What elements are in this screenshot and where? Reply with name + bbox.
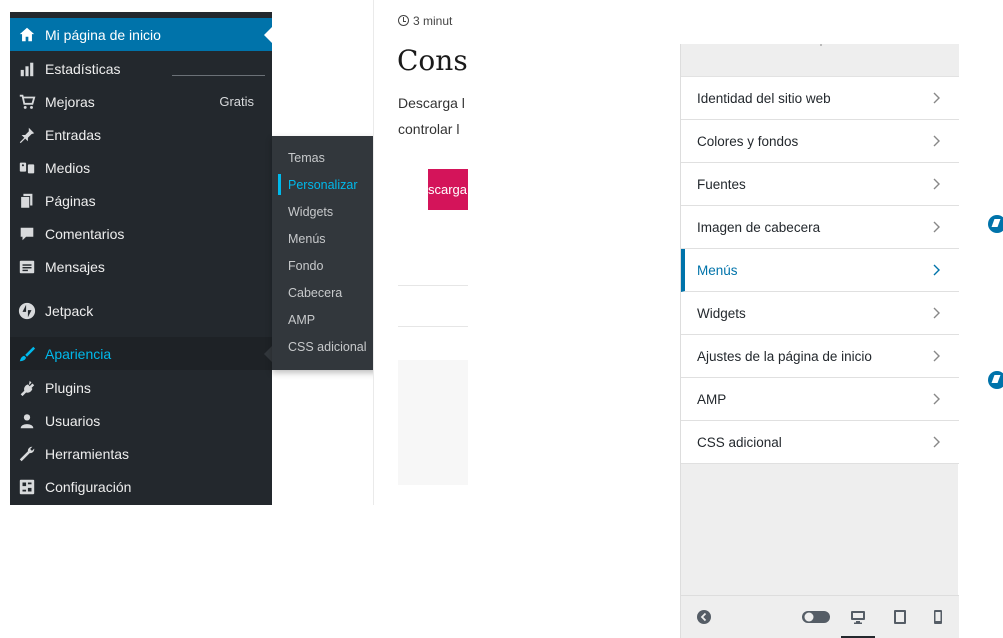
- customizer-item-label: Ajustes de la página de inicio: [697, 348, 872, 364]
- customizer-item-site-identity[interactable]: Identidad del sitio web: [681, 77, 959, 120]
- bar-chart-icon: [17, 59, 37, 79]
- customizer-item-widgets[interactable]: Widgets: [681, 292, 959, 335]
- wrench-icon: [17, 444, 37, 464]
- sidebar-item-stats[interactable]: Estadísticas: [10, 52, 272, 85]
- customizer-item-colors[interactable]: Colores y fondos: [681, 120, 959, 163]
- settings-icon: [17, 477, 37, 497]
- customizer-item-label: Imagen de cabecera: [697, 219, 821, 235]
- download-button[interactable]: scarga: [428, 169, 468, 210]
- customizer-item-header-image[interactable]: Imagen de cabecera: [681, 206, 959, 249]
- cart-icon: [17, 92, 37, 112]
- content-placeholder: [398, 360, 468, 485]
- divider-line: [172, 75, 265, 76]
- chevron-right-icon: [929, 220, 943, 234]
- sidebar-item-label: Mejoras: [45, 93, 95, 110]
- sidebar-item-label: Entradas: [45, 126, 102, 143]
- customizer-footer: [681, 595, 959, 638]
- sidebar-item-tools[interactable]: Herramientas: [10, 437, 272, 470]
- sidebar-item-label: Comentarios: [45, 225, 125, 242]
- customizer-item-menus[interactable]: Menús: [681, 249, 959, 292]
- screenshot-root: Mi página de inicio Estadísticas Mejoras…: [0, 0, 1003, 638]
- sidebar-item-media[interactable]: Medios: [10, 151, 272, 184]
- sidebar-item-pages[interactable]: Páginas: [10, 184, 272, 217]
- article-text-line: Descarga l: [398, 95, 465, 111]
- edit-shortcut-icon[interactable]: [988, 215, 1003, 233]
- home-icon: [17, 25, 37, 45]
- admin-sidebar: Mi página de inicio Estadísticas Mejoras…: [10, 12, 272, 505]
- users-icon: [17, 411, 37, 431]
- sidebar-item-messages[interactable]: Mensajes: [10, 250, 272, 283]
- toggle-switch-icon[interactable]: [801, 608, 831, 626]
- sidebar-item-label: Estadísticas: [45, 60, 121, 77]
- free-badge: Gratis: [219, 94, 254, 109]
- divider-line: [398, 326, 468, 327]
- customizer-item-homepage-settings[interactable]: Ajustes de la página de inicio: [681, 335, 959, 378]
- comment-icon: [17, 224, 37, 244]
- read-time: 3 minut: [398, 14, 452, 28]
- collapse-icon[interactable]: [695, 608, 713, 626]
- clock-icon: [398, 15, 409, 26]
- current-indicator-arrow: [264, 26, 272, 43]
- article-title: Cons: [397, 44, 468, 77]
- sidebar-item-label: Medios: [45, 159, 91, 176]
- chevron-right-icon: [929, 134, 943, 148]
- tablet-preview-icon[interactable]: [891, 608, 909, 626]
- customizer-item-additional-css[interactable]: CSS adicional: [681, 421, 959, 464]
- brush-icon: [17, 344, 37, 364]
- customizer-item-label: AMP: [697, 391, 727, 407]
- sidebar-item-label: Plugins: [45, 379, 91, 396]
- sidebar-item-posts[interactable]: Entradas: [10, 118, 272, 151]
- customizer-panel: Identidad del sitio web Colores y fondos…: [680, 44, 959, 638]
- article-fragment: 3 minut Cons Descarga l controlar l: [373, 0, 468, 505]
- chevron-right-icon: [929, 91, 943, 105]
- chevron-right-icon: [929, 306, 943, 320]
- sidebar-item-label: Jetpack: [45, 302, 94, 319]
- sidebar-item-comments[interactable]: Comentarios: [10, 217, 272, 250]
- customizer-item-label: Fuentes: [697, 176, 746, 192]
- sidebar-item-label: Configuración: [45, 478, 132, 495]
- article-text-line: controlar l: [398, 121, 460, 137]
- divider-line: [398, 285, 468, 286]
- pin-icon: [17, 125, 37, 145]
- sidebar-item-appearance[interactable]: Apariencia: [10, 337, 272, 370]
- sidebar-item-label: Usuarios: [45, 412, 101, 429]
- customizer-item-label: CSS adicional: [697, 434, 782, 450]
- sidebar-item-label: Apariencia: [45, 345, 112, 362]
- header-dot: [820, 44, 822, 46]
- sidebar-item-users[interactable]: Usuarios: [10, 404, 272, 437]
- sidebar-item-home[interactable]: Mi página de inicio: [10, 18, 272, 51]
- chevron-right-icon: [929, 435, 943, 449]
- customizer-item-label: Identidad del sitio web: [697, 90, 831, 106]
- customizer-item-label: Colores y fondos: [697, 133, 799, 149]
- desktop-preview-icon[interactable]: [849, 608, 867, 626]
- jetpack-icon: [17, 301, 37, 321]
- chevron-right-icon: [929, 263, 943, 277]
- media-icon: [17, 158, 37, 178]
- sidebar-item-jetpack[interactable]: Jetpack: [10, 294, 272, 327]
- customizer-item-label: Widgets: [697, 305, 746, 321]
- sidebar-item-label: Mensajes: [45, 258, 105, 275]
- messages-icon: [17, 257, 37, 277]
- customizer-header: [681, 44, 959, 77]
- chevron-right-icon: [929, 177, 943, 191]
- sidebar-item-label: Mi página de inicio: [45, 26, 161, 43]
- chevron-right-icon: [929, 349, 943, 363]
- customizer-item-fonts[interactable]: Fuentes: [681, 163, 959, 206]
- sidebar-item-upgrades[interactable]: Mejoras Gratis: [10, 85, 272, 118]
- customizer-item-label: Menús: [697, 262, 738, 278]
- sidebar-item-label: Herramientas: [45, 445, 130, 462]
- mobile-preview-icon[interactable]: [929, 608, 947, 626]
- pages-icon: [17, 191, 37, 211]
- customizer-item-amp[interactable]: AMP: [681, 378, 959, 421]
- sidebar-item-label: Páginas: [45, 192, 96, 209]
- edit-shortcut-icon[interactable]: [988, 371, 1003, 389]
- chevron-right-icon: [929, 392, 943, 406]
- sidebar-item-plugins[interactable]: Plugins: [10, 371, 272, 404]
- plugin-icon: [17, 378, 37, 398]
- sidebar-item-settings[interactable]: Configuración: [10, 470, 272, 503]
- submenu-pointer-arrow: [264, 345, 272, 362]
